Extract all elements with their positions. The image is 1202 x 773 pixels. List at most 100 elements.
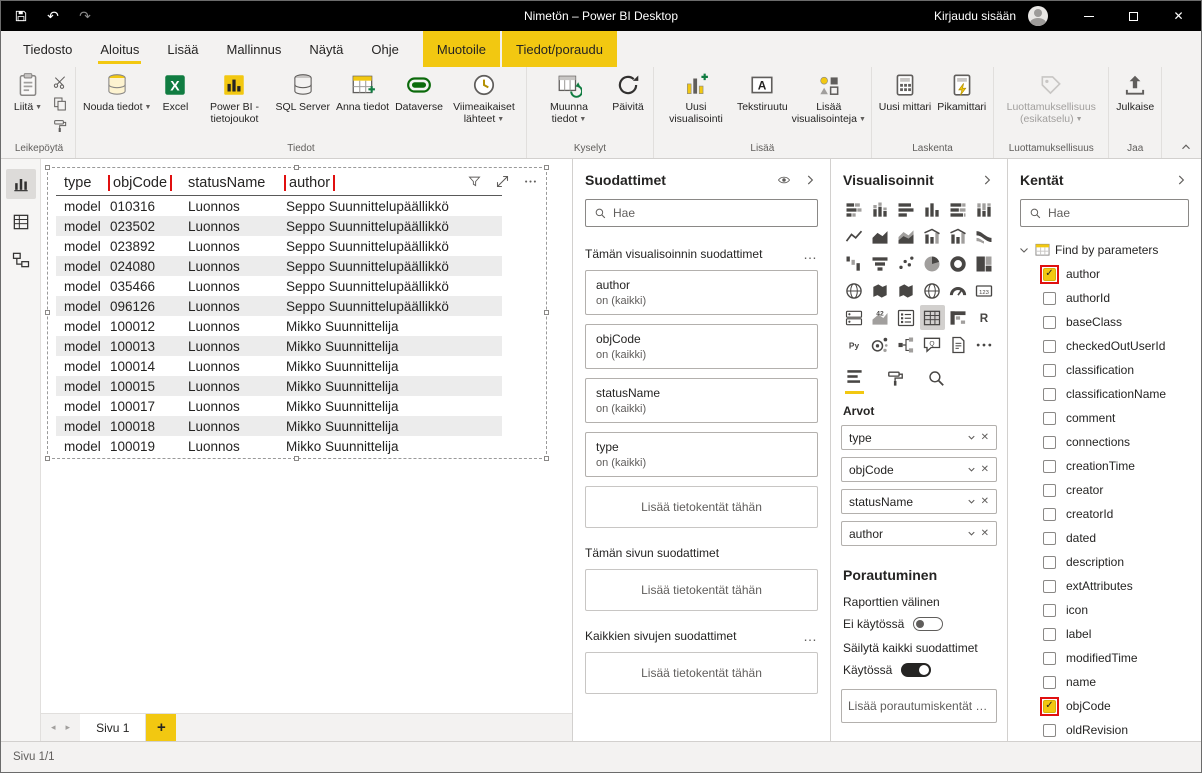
chevron-down-icon[interactable] <box>966 464 977 475</box>
resize-handle[interactable] <box>544 456 549 461</box>
field-checkbox[interactable] <box>1043 628 1056 641</box>
collapse-ribbon-icon[interactable] <box>1179 140 1193 154</box>
analytics-tab[interactable] <box>927 367 946 394</box>
more-options-icon[interactable]: … <box>803 632 818 640</box>
field-well-objCode[interactable]: objCode ✕ <box>841 457 997 482</box>
fields-search-input[interactable] <box>1048 206 1180 220</box>
100-stacked-column-chart-icon[interactable] <box>972 197 997 222</box>
collapse-pane-icon[interactable] <box>1173 172 1189 188</box>
field-well-statusName[interactable]: statusName ✕ <box>841 489 997 514</box>
line-chart-icon[interactable] <box>842 224 867 249</box>
fields-tab[interactable] <box>845 367 864 394</box>
paginated-report-icon[interactable] <box>946 332 971 357</box>
excel-button[interactable]: X Excel <box>154 69 196 113</box>
filter-icon[interactable] <box>466 173 482 189</box>
powerbi-datasets-button[interactable]: Power BI -tietojoukot <box>196 69 272 126</box>
tab-aloitus[interactable]: Aloitus <box>86 31 153 67</box>
field-list-item-extAttributes[interactable]: extAttributes <box>1008 574 1201 598</box>
field-list-item-classificationName[interactable]: classificationName <box>1008 382 1201 406</box>
minimize-button[interactable] <box>1066 1 1111 31</box>
new-measure-button[interactable]: Uusi mittari <box>876 69 935 113</box>
page-prev-icon[interactable]: ◂ <box>51 722 56 733</box>
field-list-item-baseClass[interactable]: baseClass <box>1008 310 1201 334</box>
field-list-item-icon[interactable]: icon <box>1008 598 1201 622</box>
filter-card-statusName[interactable]: statusName on (kaikki) <box>585 378 818 423</box>
remove-field-icon[interactable]: ✕ <box>981 464 989 475</box>
field-checkbox[interactable] <box>1043 388 1056 401</box>
resize-handle[interactable] <box>544 165 549 170</box>
resize-handle[interactable] <box>544 310 549 315</box>
resize-handle[interactable] <box>294 456 299 461</box>
stacked-column-chart-icon[interactable] <box>868 197 893 222</box>
line-and-clustered-column-chart-icon[interactable] <box>946 224 971 249</box>
report-view-button[interactable] <box>6 169 36 199</box>
field-checkbox[interactable] <box>1043 556 1056 569</box>
clustered-bar-chart-icon[interactable] <box>894 197 919 222</box>
treemap-icon[interactable] <box>972 251 997 276</box>
filters-search-input[interactable] <box>613 206 809 220</box>
chevron-down-icon[interactable] <box>966 432 977 443</box>
area-chart-icon[interactable] <box>868 224 893 249</box>
field-list-item-modifiedTime[interactable]: modifiedTime <box>1008 646 1201 670</box>
tab-nayta[interactable]: Näytä <box>295 31 357 67</box>
more-options-icon[interactable] <box>522 173 538 189</box>
all-pages-filter-drop-area[interactable]: Lisää tietokentät tähän <box>585 652 818 694</box>
dataverse-button[interactable]: Dataverse <box>392 69 446 113</box>
remove-field-icon[interactable]: ✕ <box>981 432 989 443</box>
filter-card-objCode[interactable]: objCode on (kaikki) <box>585 324 818 369</box>
ribbon-chart-icon[interactable] <box>972 224 997 249</box>
python-visual-icon[interactable] <box>842 332 867 357</box>
field-checkbox[interactable] <box>1043 364 1056 377</box>
text-box-button[interactable]: A Tekstiruutu <box>734 69 791 113</box>
slicer-icon[interactable] <box>894 305 919 330</box>
line-and-stacked-column-chart-icon[interactable] <box>920 224 945 249</box>
cross-report-toggle[interactable] <box>913 617 943 631</box>
kpi-icon[interactable] <box>868 305 893 330</box>
key-influencers-icon[interactable] <box>868 332 893 357</box>
field-checkbox[interactable] <box>1043 724 1056 737</box>
field-list-item-label[interactable]: label <box>1008 622 1201 646</box>
field-checkbox[interactable] <box>1043 652 1056 665</box>
r-script-visual-icon[interactable] <box>972 305 997 330</box>
field-list-item-authorId[interactable]: authorId <box>1008 286 1201 310</box>
field-checkbox[interactable] <box>1043 340 1056 353</box>
shape-map-icon[interactable] <box>894 278 919 303</box>
refresh-button[interactable]: Päivitä <box>607 69 649 113</box>
field-checkbox[interactable] <box>1043 292 1056 305</box>
field-checkbox[interactable] <box>1043 484 1056 497</box>
quick-measure-button[interactable]: Pikamittari <box>934 69 989 113</box>
filter-card-type[interactable]: type on (kaikki) <box>585 432 818 477</box>
tab-lisaa[interactable]: Lisää <box>153 31 212 67</box>
sign-in-button[interactable]: Kirjaudu sisään <box>934 9 1016 23</box>
table-column-header-type[interactable]: type <box>56 175 102 191</box>
field-checkbox[interactable] <box>1043 316 1056 329</box>
100-stacked-bar-chart-icon[interactable] <box>946 197 971 222</box>
waterfall-chart-icon[interactable] <box>842 251 867 276</box>
chevron-down-icon[interactable] <box>966 528 977 539</box>
field-checkbox[interactable] <box>1043 676 1056 689</box>
table-visual[interactable]: typeobjCodestatusNameauthor model 010316… <box>47 167 547 459</box>
more-options-icon[interactable]: … <box>803 250 818 258</box>
page-next-icon[interactable]: ▸ <box>66 722 71 733</box>
stacked-area-chart-icon[interactable] <box>894 224 919 249</box>
collapse-pane-icon[interactable] <box>802 172 818 188</box>
field-well-type[interactable]: type ✕ <box>841 425 997 450</box>
drillthrough-drop-area[interactable]: Lisää porautumiskentät täh... <box>841 689 997 723</box>
tab-tiedot-poraudu[interactable]: Tiedot/poraudu <box>502 31 617 67</box>
eye-icon[interactable] <box>776 172 792 188</box>
tab-tiedosto[interactable]: Tiedosto <box>9 31 86 67</box>
field-list-item-creatorId[interactable]: creatorId <box>1008 502 1201 526</box>
chevron-down-icon[interactable] <box>966 496 977 507</box>
card-icon[interactable] <box>972 278 997 303</box>
field-list-item-creator[interactable]: creator <box>1008 478 1201 502</box>
get-data-button[interactable]: Nouda tiedot▼ <box>80 69 154 113</box>
table-icon[interactable] <box>920 305 945 330</box>
tab-muotoile[interactable]: Muotoile <box>423 31 500 67</box>
field-list-item-creationTime[interactable]: creationTime <box>1008 454 1201 478</box>
field-list-item-connections[interactable]: connections <box>1008 430 1201 454</box>
field-checkbox[interactable] <box>1043 700 1056 713</box>
filled-map-icon[interactable] <box>868 278 893 303</box>
field-list-item-checkedOutUserId[interactable]: checkedOutUserId <box>1008 334 1201 358</box>
new-visual-button[interactable]: Uusi visualisointi <box>658 69 734 126</box>
keep-filters-toggle[interactable] <box>901 663 931 677</box>
